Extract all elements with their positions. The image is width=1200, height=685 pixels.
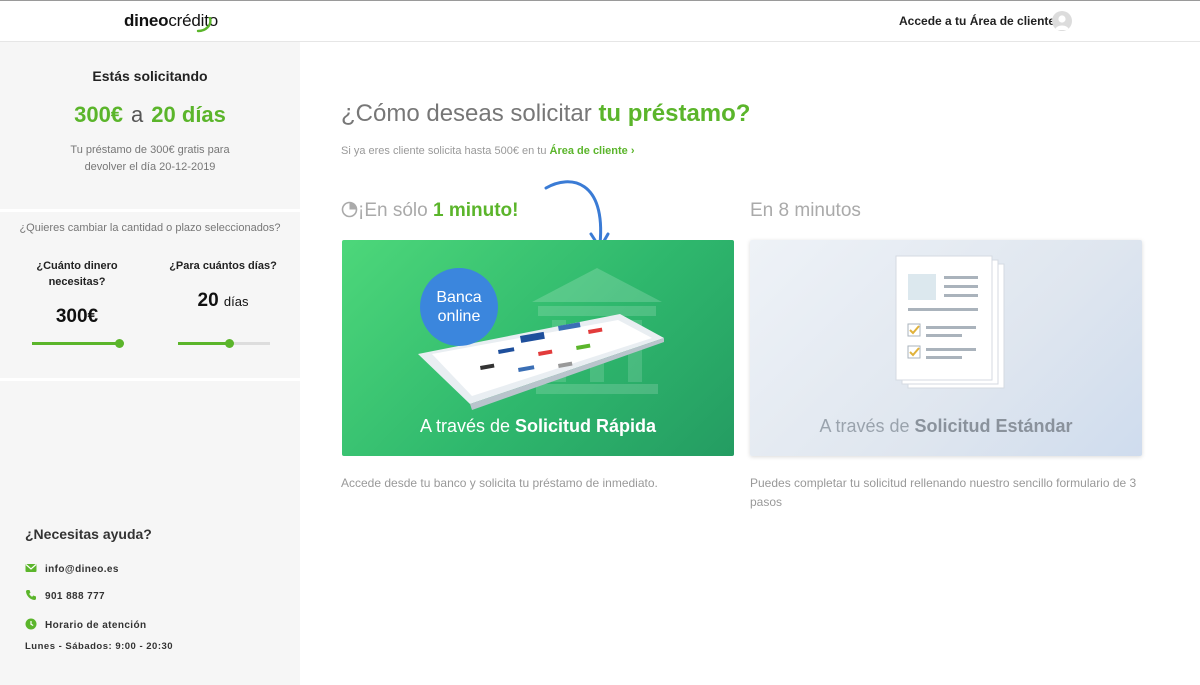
fast-heading-prefix: ¡En sólo	[358, 200, 428, 221]
amount-slider-fill	[32, 342, 120, 345]
loan-summary-sidebar: Estás solicitando 300€ a 20 días Tu présta…	[0, 42, 300, 685]
standard-card-caption: A través de Solicitud Estándar	[750, 416, 1142, 437]
help-hours-label: Horario de atención	[45, 620, 147, 631]
term-slider-handle[interactable]	[224, 339, 234, 348]
amount-question: ¿Cuánto dinero necesitas?	[36, 260, 118, 288]
badge-line-2: online	[437, 308, 481, 325]
fast-heading-highlight: 1 minuto!	[432, 200, 519, 221]
page-title-prefix: ¿Cómo deseas solicitar	[341, 100, 592, 127]
client-area-hint-link[interactable]: Área de cliente ›	[550, 145, 635, 157]
standard-caption-prefix: A través de	[819, 416, 910, 436]
standard-option-description: Puedes completar tu solicitud rellenando…	[750, 476, 1137, 509]
change-question: ¿Quieres cambiar la cantidad o plazo sel…	[19, 222, 281, 234]
quick-caption-bold: Solicitud Rápida	[515, 416, 657, 436]
amount-slider-handle[interactable]	[115, 339, 125, 348]
badge-line-1: Banca	[436, 289, 482, 306]
summary-description: Tu préstamo de 300€ gratis para devolver…	[70, 144, 230, 173]
fast-option-heading: ¡En sólo 1 minuto!	[341, 200, 518, 222]
summary-term-value: 20 días	[151, 102, 226, 127]
quick-option-description: Accede desde tu banco y solicita tu prés…	[341, 476, 658, 490]
page-title: ¿Cómo deseas solicitar tu préstamo?	[341, 100, 750, 128]
term-slider[interactable]	[178, 339, 270, 348]
term-question: ¿Para cuántos días?	[169, 260, 277, 272]
page-title-highlight: tu préstamo?	[598, 100, 751, 127]
help-hours: Lunes - Sábados: 9:00 - 20:30	[25, 641, 174, 652]
divider	[0, 378, 300, 381]
help-email[interactable]: info@dineo.es	[45, 564, 119, 575]
summary-title: Estás solicitando	[92, 68, 208, 84]
quick-application-card[interactable]: Banca online A través de Solicitud Rápid…	[342, 240, 734, 456]
quick-card-caption: A través de Solicitud Rápida	[342, 416, 734, 437]
term-unit: días	[223, 294, 249, 309]
top-bar: dineocrédito Accede a tu Área de cliente	[0, 0, 1200, 42]
help-phone[interactable]: 901 888 777	[45, 591, 105, 602]
amount-slider[interactable]	[32, 339, 125, 348]
client-area-link[interactable]: Accede a tu Área de cliente	[899, 14, 1055, 28]
help-hours-row: Horario de atención	[25, 618, 147, 631]
logo-bold-text: dineo	[124, 11, 169, 30]
amount-value: 300€	[55, 306, 99, 327]
chevron-right-icon: ›	[630, 145, 635, 157]
standard-option-heading: En 8 minutos	[750, 200, 861, 221]
logo-swoosh-icon	[196, 17, 212, 33]
term-value: 20	[197, 290, 219, 311]
client-area-hint-link-label: Área de cliente	[549, 145, 628, 157]
summary-amount: 300€ a 20 días	[0, 102, 300, 128]
help-phone-row[interactable]: 901 888 777	[25, 589, 105, 602]
term-selector: ¿Para cuántos días? 20 días	[168, 258, 278, 312]
client-area-hint-text: Si ya eres cliente solicita hasta 500€ e…	[341, 145, 547, 157]
term-slider-fill	[178, 342, 229, 345]
help-title: ¿Necesitas ayuda?	[25, 526, 152, 542]
client-area-hint: Si ya eres cliente solicita hasta 500€ e…	[341, 145, 635, 157]
help-email-row[interactable]: info@dineo.es	[25, 562, 119, 575]
phone-icon	[26, 590, 36, 600]
form-document-icon	[895, 255, 1005, 389]
quick-caption-prefix: A través de	[419, 416, 511, 436]
avatar-icon[interactable]	[1052, 11, 1072, 31]
mail-icon	[25, 564, 37, 572]
online-banking-badge: Banca online	[420, 268, 498, 346]
clock-icon	[25, 618, 37, 630]
divider	[0, 209, 300, 212]
summary-amount-value: 300€	[74, 102, 124, 127]
summary-amount-separator: a	[131, 102, 144, 127]
standard-application-card[interactable]: A través de Solicitud Estándar	[750, 240, 1142, 456]
term-value-display: 20 días	[168, 290, 278, 312]
timer-icon	[341, 201, 358, 218]
amount-selector: ¿Cuánto dinero necesitas? 300€	[22, 258, 132, 328]
standard-caption-bold: Solicitud Estándar	[914, 416, 1073, 436]
